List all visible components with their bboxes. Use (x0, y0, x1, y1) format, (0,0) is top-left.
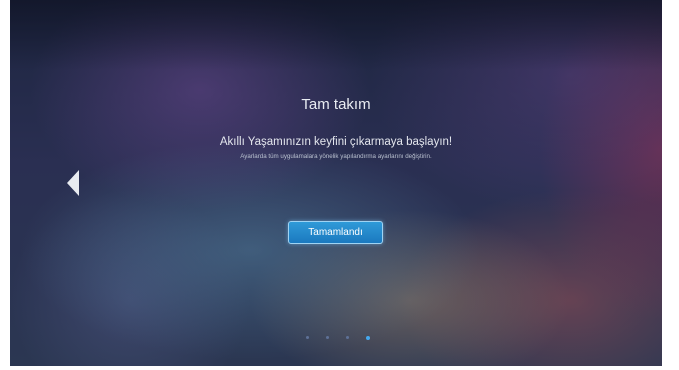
subtitle-text: Ayarlarda tüm uygulamalara yönelik yapıl… (240, 153, 432, 160)
headline-text: Akıllı Yaşamınızın keyfini çıkarmaya baş… (219, 136, 453, 148)
page-title: Tam takım (301, 96, 371, 113)
done-button[interactable]: Tamamlandı (288, 221, 383, 244)
page-dot-1 (306, 336, 309, 339)
page-dot-2 (326, 336, 329, 339)
page-dot-4 (366, 335, 370, 340)
chevron-left-icon[interactable] (67, 170, 79, 196)
page-indicator (306, 335, 370, 340)
setup-screen: Tam takım Akıllı Yaşamınızın keyfini çık… (10, 0, 662, 366)
page-dot-3 (346, 336, 349, 339)
background-shade (10, 0, 662, 70)
